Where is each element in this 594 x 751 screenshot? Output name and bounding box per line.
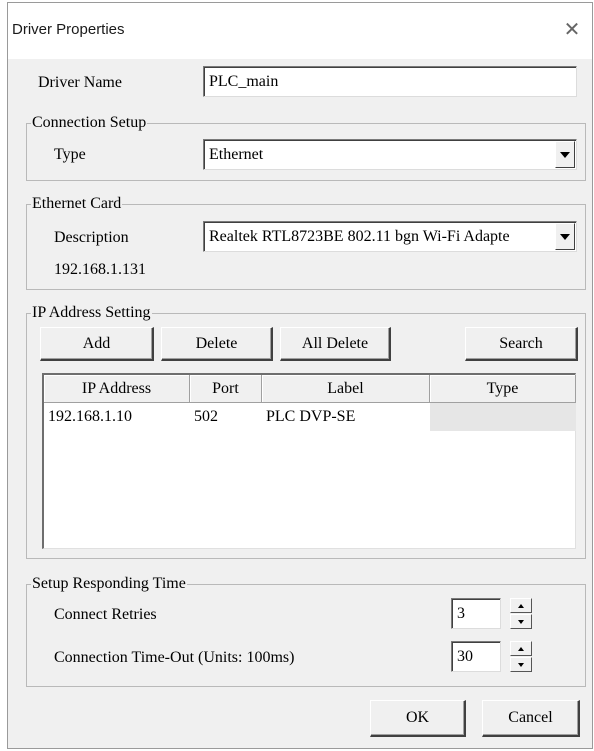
type-select-value: Ethernet [209, 146, 264, 163]
list-header: IP Address Port Label Type [44, 375, 576, 403]
cell-port: 502 [194, 408, 218, 425]
close-icon[interactable]: ✕ [554, 11, 590, 47]
chevron-down-icon[interactable] [555, 141, 575, 168]
spin-down-icon[interactable] [510, 614, 532, 629]
window-title: Driver Properties [12, 21, 125, 38]
connection-setup-title: Connection Setup [31, 113, 148, 133]
description-label: Description [54, 229, 129, 246]
ip-address-setting-title: IP Address Setting [31, 303, 152, 323]
connect-retries-spinner[interactable] [510, 598, 532, 629]
type-label: Type [54, 146, 86, 163]
all-delete-button[interactable]: All Delete [280, 327, 391, 361]
column-header-label[interactable]: Label [262, 375, 430, 403]
connect-retries-field[interactable]: 3 [451, 598, 501, 629]
responding-time-title: Setup Responding Time [31, 574, 187, 594]
ok-button[interactable]: OK [370, 700, 466, 737]
chevron-down-icon[interactable] [555, 223, 575, 250]
connection-timeout-field[interactable]: 30 [451, 641, 501, 672]
responding-time-group: Setup Responding Time [26, 574, 586, 687]
table-row[interactable]: 192.168.1.10 502 PLC DVP-SE [44, 403, 576, 431]
cell-type [430, 403, 576, 431]
add-button[interactable]: Add [40, 327, 154, 361]
cell-label: PLC DVP-SE [266, 408, 356, 425]
spin-up-icon[interactable] [510, 598, 532, 613]
driver-properties-dialog: Driver Properties ✕ Driver Name PLC_main… [7, 2, 593, 749]
spin-down-icon[interactable] [510, 657, 532, 672]
connection-timeout-spinner[interactable] [510, 641, 532, 672]
cell-ip-address: 192.168.1.10 [48, 408, 132, 425]
cancel-button[interactable]: Cancel [482, 700, 580, 737]
spin-up-icon[interactable] [510, 641, 532, 656]
connect-retries-label: Connect Retries [54, 606, 157, 623]
delete-button[interactable]: Delete [161, 327, 273, 361]
column-header-port[interactable]: Port [190, 375, 262, 403]
ethernet-card-title: Ethernet Card [31, 194, 123, 214]
connection-timeout-label: Connection Time-Out (Units: 100ms) [54, 649, 295, 666]
column-header-type[interactable]: Type [430, 375, 576, 403]
ip-address-list[interactable]: IP Address Port Label Type 192.168.1.10 … [42, 373, 576, 549]
driver-name-label: Driver Name [38, 74, 122, 91]
driver-name-field[interactable]: PLC_main [203, 66, 577, 97]
column-header-ip-address[interactable]: IP Address [44, 375, 190, 403]
type-select[interactable]: Ethernet [203, 139, 577, 170]
local-ip-address: 192.168.1.131 [54, 261, 146, 278]
adapter-select[interactable]: Realtek RTL8723BE 802.11 bgn Wi-Fi Adapt… [203, 221, 577, 252]
adapter-select-value: Realtek RTL8723BE 802.11 bgn Wi-Fi Adapt… [209, 228, 510, 245]
title-bar: Driver Properties ✕ [8, 3, 592, 59]
search-button[interactable]: Search [465, 327, 578, 361]
